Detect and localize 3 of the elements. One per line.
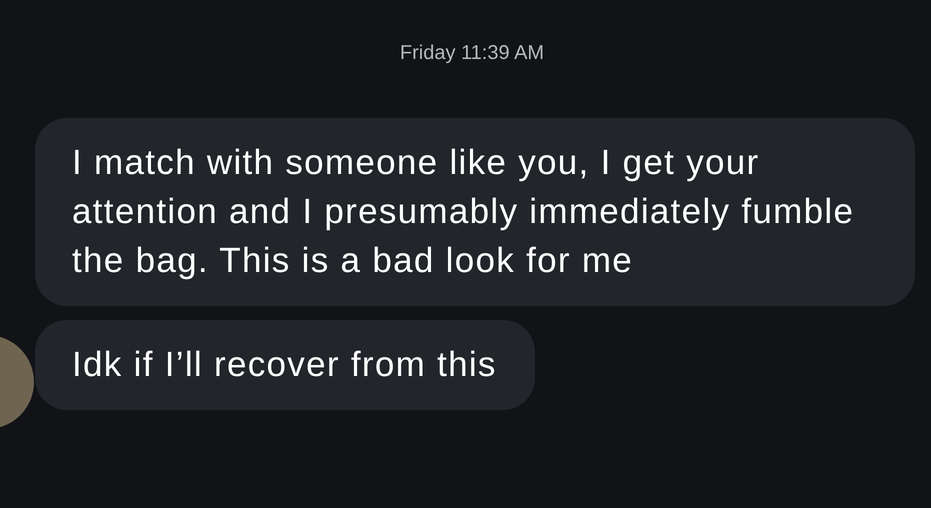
message-bubble: I match with someone like you, I get your attention and I presumably immediately fumble the bag. This is a bad look for me	[35, 118, 915, 306]
message-bubble: Idk if I’ll recover from this	[35, 320, 535, 410]
message-timestamp: Friday 11:39 AM	[398, 41, 546, 66]
